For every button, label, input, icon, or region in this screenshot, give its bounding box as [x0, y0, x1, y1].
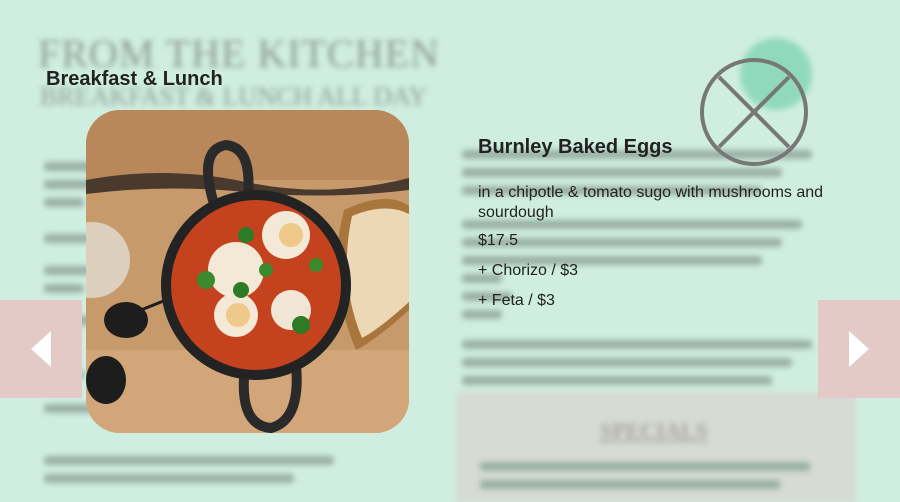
dish-price: $17.5: [478, 232, 519, 249]
background-specials-title: SPECIALS: [600, 418, 708, 443]
dish-details: Burnley Baked Eggs in a chipotle & tomat…: [478, 136, 868, 321]
background-text-line: [480, 462, 810, 471]
background-text-line: [44, 456, 334, 465]
background-text-line: [462, 340, 812, 349]
next-button[interactable]: [818, 300, 900, 398]
background-text-line: [44, 198, 84, 207]
background-text-line: [480, 480, 780, 489]
previous-button[interactable]: [0, 300, 82, 398]
background-text-line: [44, 474, 294, 483]
dish-extra: + Chorizo / $3: [478, 262, 579, 279]
background-text-line: [44, 284, 84, 293]
chevron-left-icon: [31, 331, 51, 367]
dish-name: Burnley Baked Eggs: [478, 136, 673, 158]
dish-extra: + Feta / $3: [478, 292, 555, 309]
dish-description: in a chipotle & tomato sugo with mushroo…: [478, 184, 824, 221]
background-text-line: [462, 376, 772, 385]
background-text-line: [462, 358, 792, 367]
section-title: Breakfast & Lunch: [46, 68, 223, 90]
chevron-right-icon: [849, 331, 869, 367]
dish-photo: [86, 110, 409, 433]
